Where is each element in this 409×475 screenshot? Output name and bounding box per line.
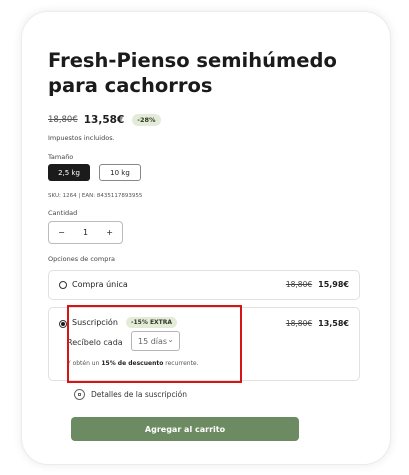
subscription-info-icon — [74, 389, 85, 400]
subscription-details-link[interactable]: Detalles de la suscripción — [74, 389, 187, 400]
sku-ean: SKU: 1264 | EAN: 8435117893955 — [48, 193, 143, 199]
quantity-value[interactable]: 1 — [83, 228, 88, 237]
purchase-options-label: Opciones de compra — [48, 255, 116, 263]
quantity-decrement-button[interactable]: − — [58, 228, 65, 237]
quantity-label: Cantidad — [48, 209, 78, 217]
subscription-radio[interactable] — [59, 320, 67, 328]
add-to-cart-button[interactable]: Agregar al carrito — [71, 417, 299, 441]
one-time-radio[interactable] — [59, 281, 67, 289]
tax-note: Impuestos incluidos. — [48, 134, 115, 142]
one-time-old-price: 18,80€ — [285, 280, 313, 289]
product-title: Fresh-Pienso semihúmedo para cachorros — [48, 49, 337, 97]
size-label: Tamaño — [48, 153, 74, 161]
one-time-purchase-option[interactable]: Compra única 18,80€ 15,98€ — [48, 270, 360, 300]
subscription-old-price: 18,80€ — [285, 319, 313, 328]
one-time-label: Compra única — [72, 280, 128, 289]
one-time-price: 18,80€ 15,98€ — [286, 280, 349, 289]
quantity-stepper: − 1 + — [48, 221, 123, 244]
subscription-price: 18,80€ 13,58€ — [286, 319, 349, 328]
price-row: 18,80€ 13,58€ -28% — [48, 114, 161, 126]
current-price: 13,58€ — [83, 114, 125, 126]
subscription-details-label: Detalles de la suscripción — [91, 390, 187, 399]
size-option-10kg[interactable]: 10 kg — [99, 164, 141, 181]
one-time-current-price: 15,98€ — [318, 280, 349, 289]
product-card: Fresh-Pienso semihúmedo para cachorros 1… — [22, 12, 390, 464]
quantity-increment-button[interactable]: + — [106, 228, 113, 237]
old-price: 18,80€ — [48, 115, 78, 125]
size-option-2-5kg[interactable]: 2,5 kg — [48, 164, 90, 181]
subscription-highlight-box — [67, 305, 242, 383]
discount-badge: -28% — [132, 114, 161, 126]
subscription-current-price: 13,58€ — [318, 319, 349, 328]
